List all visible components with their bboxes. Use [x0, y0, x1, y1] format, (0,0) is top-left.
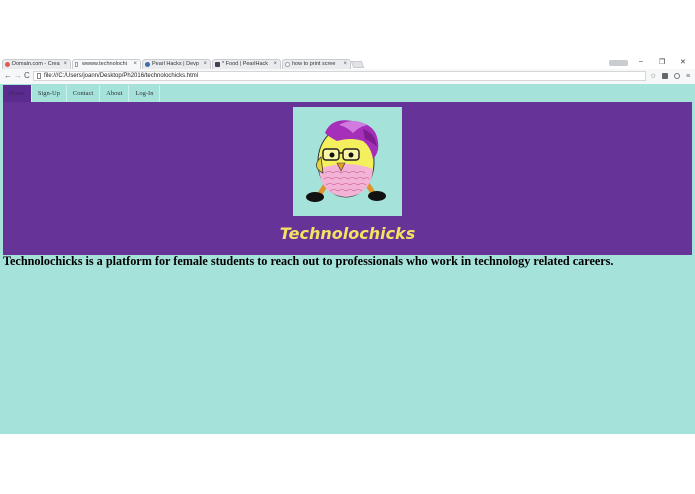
site-nav: Home Sign-Up Contact About Log-In: [3, 85, 161, 102]
tab-pearl-hacks[interactable]: Pearl Hacks | Devp ×: [142, 59, 211, 69]
tab-strip: Domain.com - Crea × wwww.technolochi × P…: [0, 58, 695, 69]
minimize-icon[interactable]: –: [639, 58, 643, 65]
close-icon[interactable]: ×: [273, 60, 277, 69]
url-text: file:///C:/Users/joann/Desktop/Ph2016/te…: [44, 73, 199, 79]
tab-title: how to print scree: [292, 61, 336, 67]
webpage: Home Sign-Up Contact About Log-In Techno…: [0, 84, 695, 434]
tab-title: Domain.com - Crea: [12, 61, 60, 67]
forward-arrow-icon[interactable]: →: [14, 71, 22, 81]
devpost-favicon-icon: [145, 62, 150, 67]
window-close-icon[interactable]: ✕: [680, 58, 686, 66]
slack-favicon-icon: [215, 62, 220, 67]
tab-domain[interactable]: Domain.com - Crea ×: [2, 59, 71, 69]
chick-mascot-icon: [306, 120, 386, 202]
reload-icon[interactable]: C: [24, 71, 30, 81]
site-title: Technolochicks: [279, 224, 416, 243]
back-arrow-icon[interactable]: ←: [4, 71, 12, 81]
close-icon[interactable]: ×: [343, 60, 347, 69]
nav-log-in[interactable]: Log-In: [129, 85, 161, 102]
menu-icon[interactable]: ≡: [686, 72, 690, 81]
nav-home[interactable]: Home: [3, 85, 32, 102]
tab-technolochicks[interactable]: wwww.technolochi ×: [72, 59, 141, 69]
extension-globe-icon[interactable]: [674, 73, 680, 79]
close-icon[interactable]: ×: [63, 60, 67, 69]
extension-icon[interactable]: [662, 73, 668, 79]
tab-title: Pearl Hacks | Devp: [152, 61, 199, 67]
close-icon[interactable]: ×: [133, 60, 137, 69]
tab-title: * Food | PearlHack: [222, 61, 269, 67]
new-tab-button[interactable]: [350, 61, 365, 68]
nav-contact[interactable]: Contact: [67, 85, 101, 102]
browser-chrome: Domain.com - Crea × wwww.technolochi × P…: [0, 58, 695, 85]
tab-title: wwww.technolochi: [82, 61, 127, 67]
close-icon[interactable]: ×: [203, 60, 207, 69]
star-icon[interactable]: ☆: [650, 72, 656, 81]
hero-banner: Technolochicks: [3, 102, 692, 255]
domain-favicon-icon: [5, 62, 10, 67]
address-bar[interactable]: file:///C:/Users/joann/Desktop/Ph2016/te…: [33, 71, 646, 81]
logo: [293, 107, 402, 216]
maximize-icon[interactable]: ❐: [659, 58, 665, 66]
tab-print-screen[interactable]: how to print scree ×: [282, 59, 351, 69]
nav-about[interactable]: About: [100, 85, 130, 102]
tagline: Technolochicks is a platform for female …: [3, 254, 614, 268]
tab-food[interactable]: * Food | PearlHack ×: [212, 59, 281, 69]
page-icon: [75, 62, 78, 67]
google-favicon-icon: [285, 62, 290, 67]
page-icon: [37, 73, 41, 79]
profile-button[interactable]: [609, 60, 628, 66]
nav-sign-up[interactable]: Sign-Up: [32, 85, 67, 102]
browser-toolbar: ← → C file:///C:/Users/joann/Desktop/Ph2…: [0, 69, 695, 85]
